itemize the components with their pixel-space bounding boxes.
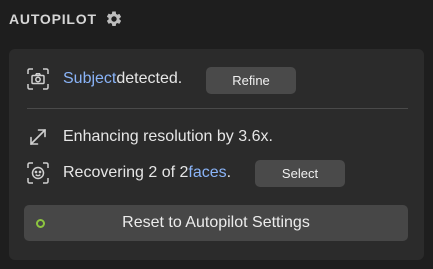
autopilot-panel: Subject detected. Refine Enhancing resol… bbox=[9, 49, 424, 260]
faces-row: Recovering 2 of 2 faces . bbox=[27, 162, 231, 184]
select-button[interactable]: Select bbox=[255, 160, 345, 187]
faces-prefix: Recovering 2 of 2 bbox=[63, 164, 189, 181]
autopilot-title: AUTOPILOT bbox=[9, 11, 97, 27]
camera-frame-icon bbox=[27, 68, 49, 90]
divider bbox=[27, 108, 408, 109]
faces-highlight[interactable]: faces bbox=[188, 164, 226, 182]
subject-highlight[interactable]: Subject bbox=[63, 70, 116, 88]
reset-autopilot-button[interactable]: Reset to Autopilot Settings bbox=[24, 205, 408, 241]
refine-button[interactable]: Refine bbox=[206, 67, 296, 94]
resolution-text: Enhancing resolution by 3.6x. bbox=[63, 128, 273, 145]
resolution-row: Enhancing resolution by 3.6x. bbox=[27, 126, 273, 148]
gear-icon[interactable] bbox=[105, 10, 123, 28]
subject-row: Subject detected. bbox=[27, 68, 182, 90]
autopilot-header: AUTOPILOT bbox=[9, 8, 123, 30]
reset-label: Reset to Autopilot Settings bbox=[122, 214, 310, 231]
subject-text: detected. bbox=[116, 70, 183, 87]
status-indicator bbox=[36, 219, 45, 228]
faces-suffix: . bbox=[226, 164, 232, 181]
expand-arrows-icon bbox=[27, 126, 49, 148]
face-frame-icon bbox=[27, 162, 49, 184]
